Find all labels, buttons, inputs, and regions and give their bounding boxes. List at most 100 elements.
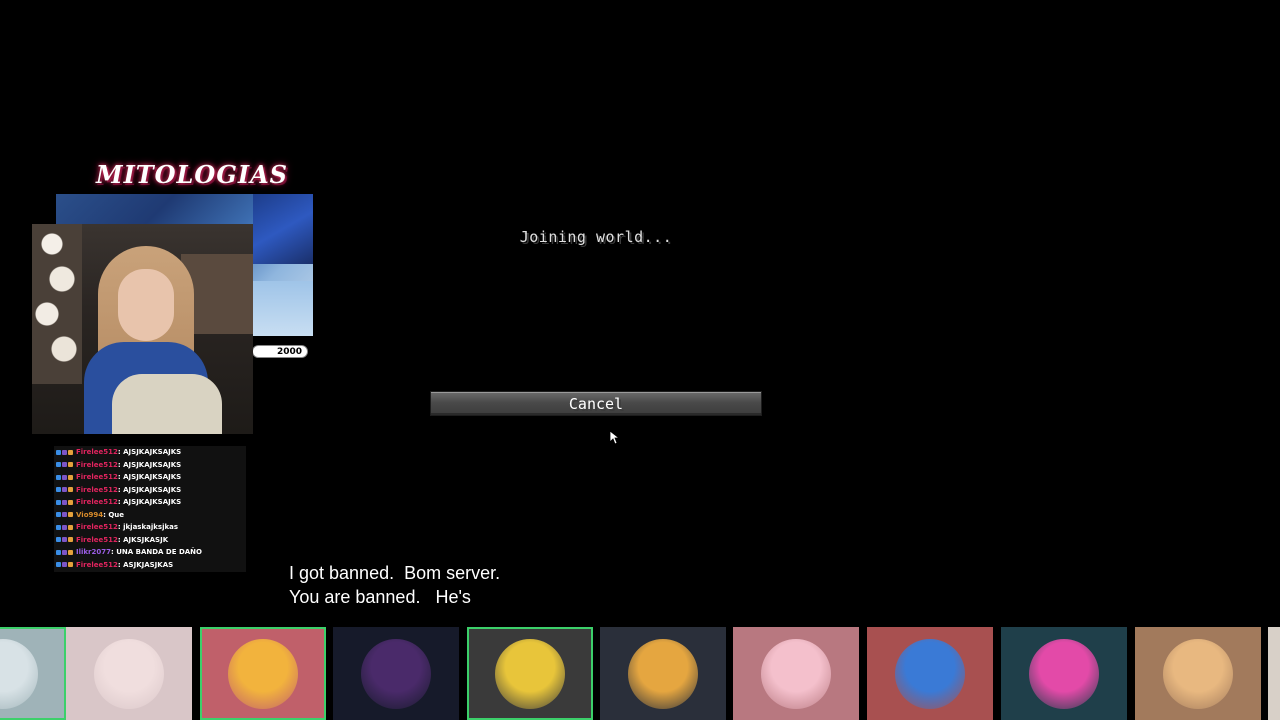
chat-badge-icon bbox=[68, 499, 73, 505]
chat-text: : AJSJKAJKSAJKS bbox=[117, 448, 182, 457]
chat-badge-icon bbox=[62, 449, 67, 455]
chat-text: : ASJKJASJKAS bbox=[117, 560, 174, 569]
participant-avatar bbox=[1163, 638, 1233, 709]
chat-badge-icon bbox=[56, 449, 61, 455]
chat-badge-icon bbox=[68, 549, 73, 555]
chat-message: Vio994: Que bbox=[54, 509, 246, 522]
chat-username: Firelee512 bbox=[76, 535, 118, 544]
chat-badge-icon bbox=[68, 512, 73, 518]
chat-message: Firelee512: jkjaskajksjkas bbox=[54, 521, 246, 534]
chat-badge-icon bbox=[56, 499, 61, 505]
chat-username: Firelee512 bbox=[76, 473, 118, 482]
chat-text: : jkjaskajksjkas bbox=[117, 523, 179, 532]
chat-text: : AJKSJKASJK bbox=[117, 535, 169, 544]
participant-tile[interactable] bbox=[200, 627, 326, 720]
chat-message: Firelee512: AJSJKAJKSAJKS bbox=[54, 496, 246, 509]
chat-badge-icon bbox=[62, 562, 67, 568]
chat-text: : Que bbox=[103, 510, 125, 519]
chat-badge-icon bbox=[56, 537, 61, 543]
webcam-counter-badge: 2000 bbox=[252, 345, 308, 358]
chat-badges-icon bbox=[56, 562, 73, 568]
participant-avatar bbox=[361, 638, 431, 709]
chat-badge-icon bbox=[62, 549, 67, 555]
chat-badge-icon bbox=[56, 512, 61, 518]
chat-message: Firelee512: ASJKJASJKAS bbox=[54, 559, 246, 572]
chat-badge-icon bbox=[56, 549, 61, 555]
chat-badge-icon bbox=[68, 474, 73, 480]
chat-username: Firelee512 bbox=[76, 448, 118, 457]
chat-message: Firelee512: AJKSJKASJK bbox=[54, 534, 246, 547]
chat-username: Firelee512 bbox=[76, 485, 118, 494]
subtitle-line-2: You are banned. He's bbox=[289, 587, 471, 607]
chat-message: Firelee512: AJSJKAJKSAJKS bbox=[54, 471, 246, 484]
participant-tile[interactable] bbox=[467, 627, 593, 720]
chat-badge-icon bbox=[68, 524, 73, 530]
chat-text: : AJSJKAJKSAJKS bbox=[117, 485, 182, 494]
room-poster bbox=[253, 194, 313, 264]
chat-badges-icon bbox=[56, 449, 73, 455]
participant-tile[interactable] bbox=[0, 627, 66, 720]
cancel-button[interactable]: Cancel bbox=[430, 391, 762, 416]
chat-text: : AJSJKAJKSAJKS bbox=[117, 498, 182, 507]
participant-avatar bbox=[895, 638, 965, 709]
chat-badge-icon bbox=[56, 462, 61, 468]
chat-badges-icon bbox=[56, 524, 73, 530]
participant-tile[interactable] bbox=[66, 627, 192, 720]
mouse-cursor-icon bbox=[610, 431, 620, 445]
chat-badges-icon bbox=[56, 499, 73, 505]
chat-text: : AJSJKAJKSAJKS bbox=[117, 473, 182, 482]
chat-badges-icon bbox=[56, 474, 73, 480]
blanket bbox=[112, 374, 222, 434]
chat-badge-icon bbox=[62, 537, 67, 543]
participant-strip bbox=[0, 627, 1280, 720]
chat-badge-icon bbox=[68, 462, 73, 468]
chat-message: Firelee512: AJSJKAJKSAJKS bbox=[54, 484, 246, 497]
chat-username: Ilikr2077 bbox=[76, 548, 111, 557]
chat-badge-icon bbox=[56, 524, 61, 530]
chat-badges-icon bbox=[56, 462, 73, 468]
joining-world-status: Joining world... bbox=[519, 228, 673, 246]
chat-badge-icon bbox=[56, 474, 61, 480]
chat-badge-icon bbox=[62, 499, 67, 505]
participant-tile[interactable] bbox=[333, 627, 459, 720]
chat-badges-icon bbox=[56, 537, 73, 543]
chat-badge-icon bbox=[62, 462, 67, 468]
chat-badge-icon bbox=[62, 474, 67, 480]
room-bed bbox=[251, 281, 313, 336]
participant-avatar bbox=[628, 638, 698, 709]
participant-avatar bbox=[228, 638, 298, 709]
chat-username: Firelee512 bbox=[76, 460, 118, 469]
chat-username: Vio994 bbox=[76, 510, 104, 519]
chat-badges-icon bbox=[56, 549, 73, 555]
stream-logo: MITOLOGIAS bbox=[96, 160, 289, 189]
chat-text: : UNA BANDA DE DAÑO bbox=[111, 548, 202, 557]
chat-badge-icon bbox=[56, 562, 61, 568]
chat-username: Firelee512 bbox=[76, 498, 118, 507]
streamer-webcam bbox=[32, 224, 253, 434]
chat-message: Firelee512: AJSJKAJKSAJKS bbox=[54, 446, 246, 459]
chat-badge-icon bbox=[68, 562, 73, 568]
chat-badges-icon bbox=[56, 512, 73, 518]
participant-tile[interactable] bbox=[733, 627, 859, 720]
participant-avatar bbox=[0, 638, 38, 709]
participant-tile[interactable] bbox=[867, 627, 993, 720]
participant-tile[interactable] bbox=[600, 627, 726, 720]
participant-tile[interactable] bbox=[1001, 627, 1127, 720]
participant-tile[interactable] bbox=[1268, 627, 1280, 720]
streamer-face bbox=[118, 269, 174, 341]
chat-badges-icon bbox=[56, 487, 73, 493]
chat-username: Firelee512 bbox=[76, 523, 118, 532]
chat-username: Firelee512 bbox=[76, 560, 118, 569]
chat-message: Ilikr2077: UNA BANDA DE DAÑO bbox=[54, 546, 246, 559]
chat-badge-icon bbox=[68, 537, 73, 543]
chat-text: : AJSJKAJKSAJKS bbox=[117, 460, 182, 469]
chat-panel: Firelee512: AJSJKAJKSAJKS Firelee512: AJS… bbox=[54, 446, 246, 572]
participant-avatar bbox=[94, 638, 164, 709]
subtitles: I got banned. Bom server. You are banned… bbox=[289, 561, 500, 609]
participant-avatar bbox=[761, 638, 831, 709]
participant-avatar bbox=[495, 638, 565, 709]
chat-badge-icon bbox=[62, 487, 67, 493]
chat-badge-icon bbox=[56, 487, 61, 493]
chat-badge-icon bbox=[62, 512, 67, 518]
participant-tile[interactable] bbox=[1135, 627, 1261, 720]
